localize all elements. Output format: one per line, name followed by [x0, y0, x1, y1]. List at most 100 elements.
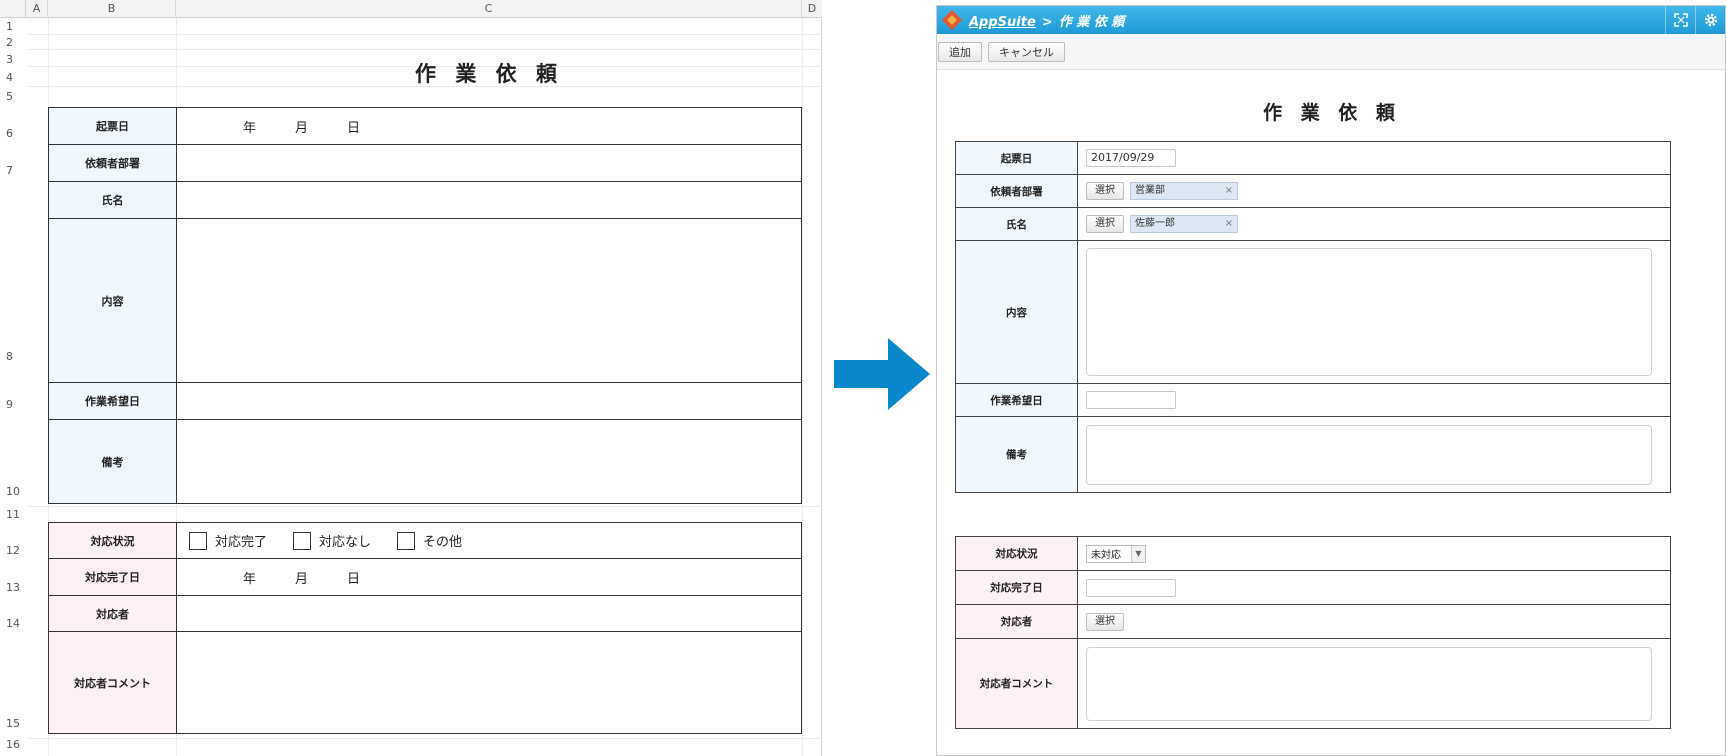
excel-comment-cell[interactable]	[177, 632, 801, 733]
comment-textarea[interactable]	[1086, 646, 1652, 721]
row-header[interactable]: 15	[0, 717, 26, 730]
excel-row-status: 対応状況 対応完了 対応なし その他	[49, 523, 801, 559]
excel-handler-cell[interactable]	[177, 596, 801, 631]
excel-status-option-label: 対応完了	[215, 535, 268, 550]
excel-name-cell[interactable]	[177, 182, 801, 218]
column-header-d[interactable]: D	[802, 0, 822, 18]
app-row-comment: 対応者コメント	[956, 639, 1670, 728]
dept-select-button[interactable]: 選択	[1086, 182, 1124, 200]
excel-date-cell[interactable]: 年 月 日	[177, 108, 801, 144]
excel-request-table: 起票日 年 月 日 依頼者部署 氏名 内容 作業希望日 備考	[48, 107, 802, 504]
excel-status-cell[interactable]: 対応完了 対応なし その他	[177, 523, 801, 558]
excel-year-label: 年	[243, 120, 257, 136]
row-header[interactable]: 3	[0, 53, 26, 66]
row-header[interactable]: 5	[0, 90, 26, 103]
form-toolbar: 追加 キャンセル	[937, 34, 1725, 70]
close-icon[interactable]: ×	[1225, 183, 1233, 199]
content-textarea[interactable]	[1086, 248, 1652, 376]
cancel-button[interactable]: キャンセル	[988, 41, 1065, 62]
done-date-input[interactable]	[1086, 578, 1176, 597]
app-content-label: 内容	[956, 241, 1078, 383]
excel-notes-label: 備考	[49, 420, 177, 503]
notes-textarea[interactable]	[1086, 424, 1652, 485]
excel-month-label: 月	[295, 120, 309, 136]
settings-button[interactable]	[1695, 6, 1725, 34]
row-header[interactable]: 10	[0, 485, 26, 498]
app-row-handler: 対応者 選択	[956, 605, 1670, 639]
breadcrumb-app-link[interactable]: AppSuite	[969, 15, 1036, 30]
app-done-date-label: 対応完了日	[956, 571, 1078, 604]
excel-row-comment: 対応者コメント	[49, 632, 801, 733]
row-header[interactable]: 1	[0, 20, 26, 33]
dept-chip: 営業部 ×	[1130, 182, 1238, 200]
row-header[interactable]: 11	[0, 508, 26, 521]
excel-row-name: 氏名	[49, 182, 801, 219]
name-chip-label: 佐藤一郎	[1135, 218, 1175, 229]
checkbox-icon	[397, 531, 416, 550]
sheet-corner[interactable]	[0, 0, 26, 18]
dept-chip-label: 営業部	[1135, 185, 1165, 196]
breadcrumb: AppSuite > 作 業 依 頼	[969, 11, 1124, 30]
excel-row-dept: 依頼者部署	[49, 145, 801, 182]
excel-sheet: A B C D 1 2 3 4 5 6 7 8 9 10 11 12 13 14…	[0, 0, 822, 756]
checkbox-icon	[189, 531, 207, 550]
column-header-a[interactable]: A	[26, 0, 48, 18]
app-dept-label: 依頼者部署	[956, 175, 1078, 207]
app-status-label: 対応状況	[956, 537, 1078, 570]
app-notes-label: 備考	[956, 417, 1078, 492]
row-header[interactable]: 7	[0, 164, 26, 177]
app-row-wish-date: 作業希望日	[956, 384, 1670, 417]
excel-row-date: 起票日 年 月 日	[49, 108, 801, 145]
excel-status-option-label: 対応なし	[319, 535, 372, 550]
wish-date-input[interactable]	[1086, 391, 1176, 409]
name-select-button[interactable]: 選択	[1086, 215, 1124, 233]
row-header[interactable]: 13	[0, 581, 26, 594]
row-header[interactable]: 2	[0, 36, 26, 49]
excel-row-handler: 対応者	[49, 596, 801, 632]
excel-comment-label: 対応者コメント	[49, 632, 177, 733]
excel-status-option-label: その他	[423, 535, 463, 550]
row-header[interactable]: 12	[0, 544, 26, 557]
add-button[interactable]: 追加	[938, 41, 982, 62]
app-row-name: 氏名 選択 佐藤一郎 ×	[956, 208, 1670, 241]
excel-status-label: 対応状況	[49, 523, 177, 558]
status-select-value: 未対応	[1091, 550, 1121, 561]
excel-dept-cell[interactable]	[177, 145, 801, 181]
excel-content-label: 内容	[49, 219, 177, 382]
excel-status-option-done[interactable]: 対応完了	[189, 531, 267, 550]
excel-row-done-date: 対応完了日 年 月 日	[49, 559, 801, 596]
app-row-notes: 備考	[956, 417, 1670, 492]
column-header-c[interactable]: C	[176, 0, 802, 18]
right-arrow-icon	[834, 338, 930, 410]
excel-wish-date-cell[interactable]	[177, 383, 801, 419]
row-header[interactable]: 6	[0, 127, 26, 140]
app-row-content: 内容	[956, 241, 1670, 384]
breadcrumb-current: 作 業 依 頼	[1058, 14, 1125, 30]
handler-select-button[interactable]: 選択	[1086, 612, 1124, 631]
row-header[interactable]: 14	[0, 617, 26, 630]
column-header-b[interactable]: B	[48, 0, 176, 18]
excel-done-date-cell[interactable]: 年 月 日	[177, 559, 801, 595]
excel-status-option-none[interactable]: 対応なし	[293, 531, 371, 550]
excel-dept-label: 依頼者部署	[49, 145, 177, 181]
row-header[interactable]: 16	[0, 738, 26, 751]
row-header[interactable]: 4	[0, 71, 26, 84]
app-header: AppSuite > 作 業 依 頼	[937, 6, 1725, 34]
close-icon[interactable]: ×	[1225, 216, 1233, 232]
excel-row-content: 内容	[49, 219, 801, 383]
app-row-dept: 依頼者部署 選択 営業部 ×	[956, 175, 1670, 208]
app-name-label: 氏名	[956, 208, 1078, 240]
row-header[interactable]: 9	[0, 398, 26, 411]
excel-content-cell[interactable]	[177, 219, 801, 382]
excel-name-label: 氏名	[49, 182, 177, 218]
excel-status-option-other[interactable]: その他	[397, 531, 462, 550]
status-select[interactable]: 未対応 ▼	[1086, 544, 1146, 563]
row-header[interactable]: 8	[0, 350, 26, 363]
excel-notes-cell[interactable]	[177, 420, 801, 503]
app-wish-date-label: 作業希望日	[956, 384, 1078, 416]
app-response-table: 対応状況 未対応 ▼ 対応完了日 対応者 選択 対応者コメント	[955, 536, 1671, 729]
excel-response-table: 対応状況 対応完了 対応なし その他 対応完了日 年 月 日 対応者 対応者コメ…	[48, 522, 802, 734]
fullscreen-button[interactable]	[1665, 6, 1695, 34]
date-input[interactable]: 2017/09/29	[1086, 149, 1176, 167]
appsuite-logo-icon	[942, 10, 962, 30]
